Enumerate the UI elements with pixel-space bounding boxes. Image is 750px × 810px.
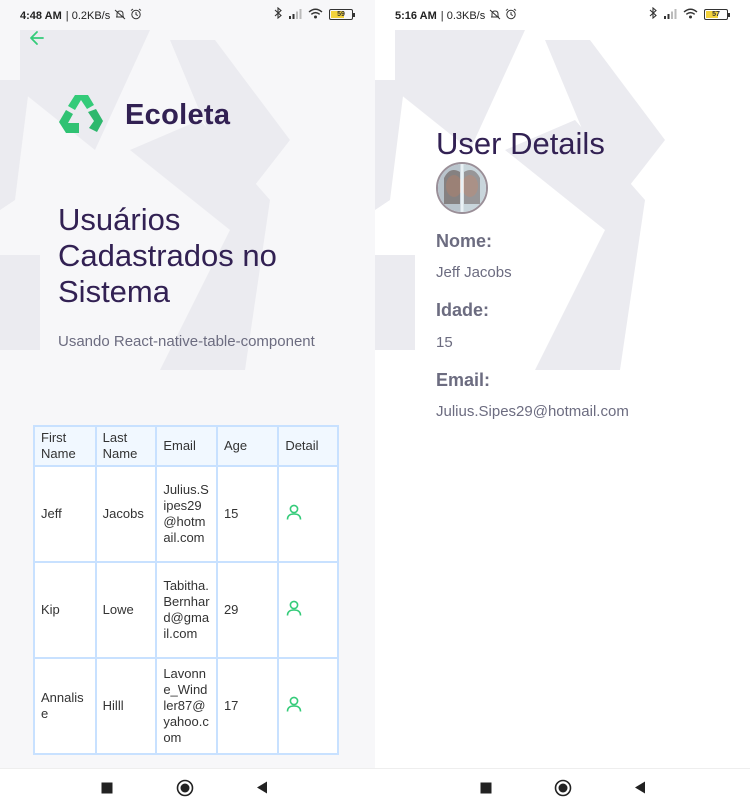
- back-button[interactable]: [26, 27, 48, 49]
- back-nav-button[interactable]: [634, 781, 646, 799]
- square-icon: [101, 782, 113, 794]
- status-time: 5:16 AM: [395, 9, 437, 22]
- page-subtitle: Usando React-native-table-component: [58, 333, 315, 350]
- circle-icon: [176, 779, 194, 797]
- email-label: Email:: [436, 370, 491, 390]
- detail-button[interactable]: [285, 695, 303, 717]
- cell-detail: [277, 561, 339, 659]
- age-label: Idade:: [436, 300, 490, 320]
- wifi-icon: [308, 8, 323, 22]
- users-list-screen: 4:48 AM | 0.2KB/s 59 Ecoleta Usuários Ca…: [0, 0, 375, 810]
- signal-icon: [663, 8, 677, 22]
- user-photo-icon: [438, 164, 486, 212]
- recents-button[interactable]: [480, 781, 492, 799]
- android-nav-bar: [0, 768, 375, 810]
- status-bar: 5:16 AM | 0.3KB/s 57: [375, 0, 750, 30]
- name-label: Nome:: [436, 231, 493, 251]
- header-first-name: First Name: [33, 425, 97, 467]
- cell-email: Julius.Sipes29@hotmail.com: [155, 465, 218, 563]
- circle-icon: [554, 779, 572, 797]
- status-bar: 4:48 AM | 0.2KB/s 59: [0, 0, 375, 30]
- cell-age: 15: [215, 465, 280, 563]
- user-icon: [287, 504, 302, 520]
- arrow-left-icon: [30, 31, 44, 45]
- user-details-screen: 5:16 AM | 0.3KB/s 57 User Details Nome: …: [375, 0, 750, 810]
- cell-last-name: Lowe: [94, 561, 158, 659]
- table-header-row: First Name Last Name Email Age Detail: [33, 425, 339, 467]
- avatar: [436, 162, 488, 214]
- details-title: User Details: [436, 126, 605, 161]
- app-name: Ecoleta: [125, 98, 231, 131]
- triangle-back-icon: [635, 781, 645, 794]
- bluetooth-icon: [274, 6, 282, 22]
- header-age: Age: [215, 425, 280, 467]
- cell-last-name: Hilll: [94, 657, 158, 755]
- battery-level: 59: [337, 11, 345, 18]
- battery-level: 57: [712, 11, 720, 18]
- cell-first-name: Kip: [33, 561, 97, 659]
- recents-button[interactable]: [101, 781, 113, 799]
- status-network-speed: | 0.2KB/s: [65, 9, 111, 22]
- table-row: Jeff Jacobs Julius.Sipes29@hotmail.com 1…: [33, 465, 339, 563]
- back-nav-button[interactable]: [256, 781, 268, 799]
- user-icon: [287, 696, 302, 712]
- mute-icon: [114, 9, 126, 23]
- triangle-back-icon: [257, 781, 267, 794]
- status-network-speed: | 0.3KB/s: [440, 9, 486, 22]
- header-email: Email: [155, 425, 218, 467]
- table-row: Annalise Hilll Lavonne_Windler87@yahoo.c…: [33, 657, 339, 755]
- bluetooth-icon: [649, 6, 657, 22]
- age-value: 15: [436, 334, 453, 351]
- cell-detail: [277, 657, 339, 755]
- users-table: First Name Last Name Email Age Detail Je…: [33, 425, 339, 755]
- home-button[interactable]: [176, 779, 194, 802]
- battery-icon: 57: [704, 9, 730, 20]
- cell-age: 17: [215, 657, 280, 755]
- cell-first-name: Annalise: [33, 657, 97, 755]
- cell-last-name: Jacobs: [94, 465, 158, 563]
- cell-first-name: Jeff: [33, 465, 97, 563]
- page-title: Usuários Cadastrados no Sistema: [58, 202, 277, 309]
- detail-button[interactable]: [285, 503, 303, 525]
- mute-icon: [489, 9, 501, 23]
- home-button[interactable]: [554, 779, 572, 802]
- android-nav-bar: [375, 768, 750, 810]
- cell-email: Tabitha.Bernhard@gmail.com: [155, 561, 218, 659]
- wifi-icon: [683, 8, 698, 22]
- battery-icon: 59: [329, 9, 355, 20]
- header-detail: Detail: [277, 425, 339, 467]
- detail-button[interactable]: [285, 599, 303, 621]
- alarm-icon: [505, 8, 517, 23]
- name-value: Jeff Jacobs: [436, 264, 512, 281]
- signal-icon: [288, 8, 302, 22]
- cell-email: Lavonne_Windler87@yahoo.com: [155, 657, 218, 755]
- cell-age: 29: [215, 561, 280, 659]
- cell-detail: [277, 465, 339, 563]
- email-value: Julius.Sipes29@hotmail.com: [436, 403, 629, 420]
- user-icon: [287, 600, 302, 616]
- square-icon: [480, 782, 492, 794]
- recycle-logo-icon: [59, 95, 103, 133]
- alarm-icon: [130, 8, 142, 23]
- header-last-name: Last Name: [94, 425, 158, 467]
- status-time: 4:48 AM: [20, 9, 62, 22]
- app-logo: Ecoleta: [58, 93, 230, 137]
- table-row: Kip Lowe Tabitha.Bernhard@gmail.com 29: [33, 561, 339, 659]
